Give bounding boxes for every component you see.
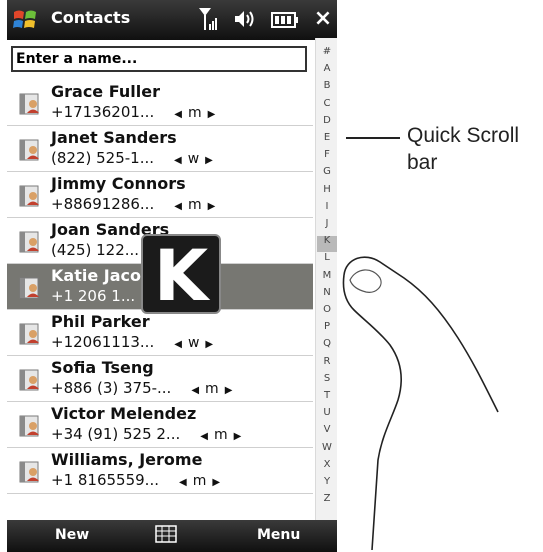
contact-card-icon [19,93,39,115]
close-button[interactable]: × [312,5,334,33]
arrow-right-icon[interactable]: ▶ [234,431,242,442]
contact-card-icon [19,369,39,391]
contact-row[interactable]: Grace Fuller +17136201... ◀ m ▶ [7,80,313,126]
menu-button[interactable]: Menu [257,527,300,543]
contact-name: Williams, Jerome [51,450,203,469]
alphabet-letter[interactable]: I [316,201,337,213]
contact-card-icon [19,139,39,161]
alphabet-letter[interactable]: F [316,149,337,161]
contact-name: Victor Melendez [51,404,197,423]
alphabet-letter[interactable]: B [316,80,337,92]
arrow-left-icon[interactable]: ◀ [174,155,182,166]
device-screen: Contacts × Enter a name... Grace Fuller +… [7,0,337,552]
alphabet-letter[interactable]: H [316,184,337,196]
arrow-right-icon[interactable]: ▶ [212,477,220,488]
arrow-left-icon[interactable]: ◀ [200,431,208,442]
contact-row[interactable]: Janet Sanders (822) 525-1... ◀ w ▶ [7,126,313,172]
alphabet-letter[interactable]: D [316,115,337,127]
new-button[interactable]: New [55,527,89,543]
contact-row[interactable]: Victor Melendez +34 (91) 525 2... ◀ m ▶ [7,402,313,448]
contact-row[interactable]: Sofia Tseng +886 (3) 375-... ◀ m ▶ [7,356,313,402]
contact-number: +1 8165559... ◀ m ▶ [51,471,226,489]
number-type-selector[interactable]: ◀m▶ [194,427,247,443]
contact-row[interactable]: Williams, Jerome +1 8165559... ◀ m ▶ [7,448,313,494]
arrow-left-icon[interactable]: ◀ [174,109,182,120]
alphabet-letter[interactable]: G [316,166,337,178]
number-type-selector[interactable]: ◀m▶ [168,197,221,213]
contact-card-icon [19,231,39,253]
contact-number: +886 (3) 375-... ◀ m ▶ [51,379,238,397]
alphabet-letter[interactable]: # [316,46,337,58]
arrow-right-icon[interactable]: ▶ [225,385,233,396]
contact-name: Grace Fuller [51,82,160,101]
contact-name: Phil Parker [51,312,150,331]
title-bar: Contacts × [7,0,337,40]
search-input[interactable]: Enter a name... [11,46,307,72]
arrow-left-icon[interactable]: ◀ [174,339,182,350]
signal-icon[interactable] [197,6,219,32]
arrow-right-icon[interactable]: ▶ [208,109,216,120]
contact-name: Sofia Tseng [51,358,154,377]
arrow-left-icon[interactable]: ◀ [174,201,182,212]
alphabet-letter[interactable]: A [316,63,337,75]
alphabet-letter[interactable]: E [316,132,337,144]
quick-scroll-letter-popup: K [141,234,221,316]
keyboard-icon[interactable] [155,525,177,543]
contact-card-icon [19,277,39,299]
contact-number: +12061113... ◀ w ▶ [51,333,219,351]
arrow-right-icon[interactable]: ▶ [205,155,213,166]
number-type-selector[interactable]: ◀m▶ [168,105,221,121]
contact-card-icon [19,323,39,345]
number-type-selector[interactable]: ◀ w ▶ [168,151,219,167]
contact-card-icon [19,185,39,207]
finger-illustration [342,256,499,551]
app-title: Contacts [51,8,131,27]
alphabet-letter[interactable]: J [316,218,337,230]
alphabet-letter[interactable]: C [316,98,337,110]
contact-name: Janet Sanders [51,128,177,147]
windows-logo-icon[interactable] [11,6,39,34]
number-type-selector[interactable]: ◀ w ▶ [168,335,219,351]
battery-icon[interactable] [271,12,299,28]
softkey-bar: New Menu [7,520,337,552]
number-type-selector[interactable]: ◀m▶ [185,381,238,397]
contact-card-icon [19,461,39,483]
callout-label: Quick Scroll bar [407,124,520,174]
arrow-left-icon[interactable]: ◀ [191,385,199,396]
arrow-left-icon[interactable]: ◀ [179,477,187,488]
speaker-icon[interactable] [233,8,257,30]
contact-row[interactable]: Jimmy Connors +88691286... ◀ m ▶ [7,172,313,218]
contact-number: (822) 525-1... ◀ w ▶ [51,149,219,167]
number-type-selector[interactable]: ◀m▶ [173,473,226,489]
alphabet-letter[interactable]: K [316,235,337,247]
contact-number: +34 (91) 525 2... ◀ m ▶ [51,425,247,443]
contact-name: Jimmy Connors [51,174,186,193]
callout-line [346,137,400,139]
contact-number: +17136201... ◀ m ▶ [51,103,221,121]
arrow-right-icon[interactable]: ▶ [205,339,213,350]
arrow-right-icon[interactable]: ▶ [208,201,216,212]
contact-card-icon [19,415,39,437]
contact-number: +88691286... ◀ m ▶ [51,195,221,213]
